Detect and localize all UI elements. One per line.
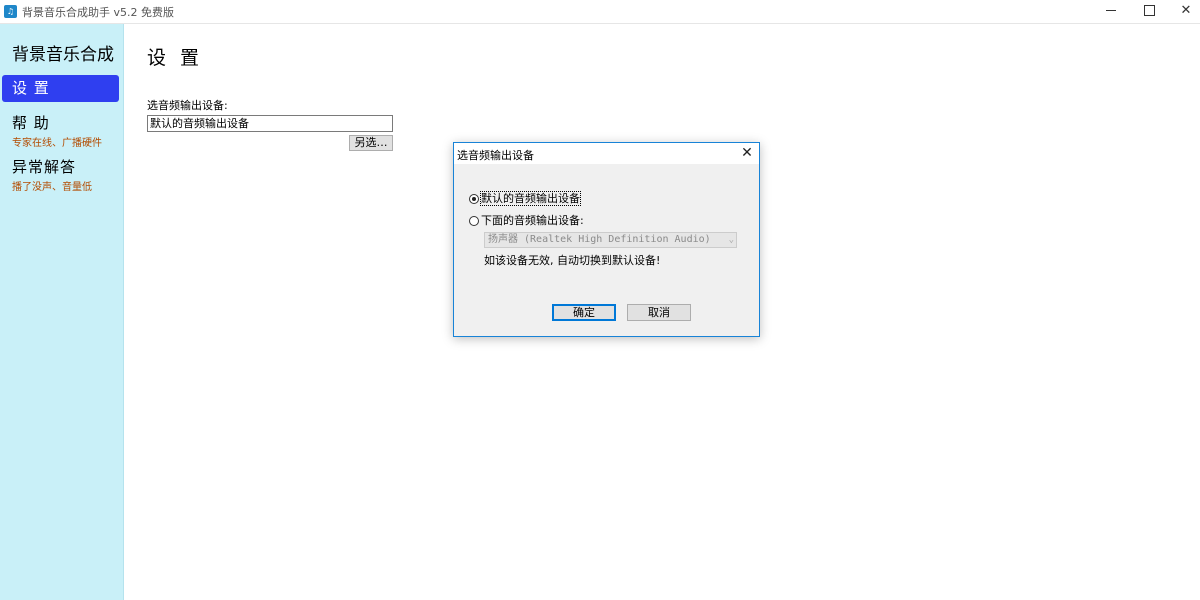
dialog-close-button[interactable]: ✕ (738, 144, 756, 162)
title-bar: ♫ 背景音乐合成助手 v5.2 免费版 ✕ (0, 0, 1200, 24)
device-select[interactable]: 扬声器 (Realtek High Definition Audio) ⌄ (484, 232, 737, 248)
app-icon: ♫ (4, 5, 17, 18)
window-title: 背景音乐合成助手 v5.2 免费版 (22, 6, 174, 19)
cancel-button[interactable]: 取消 (627, 304, 691, 321)
page-title: 设 置 (147, 47, 204, 69)
dialog-header: 选音频输出设备 ✕ (454, 143, 759, 164)
minimize-button[interactable] (1093, 0, 1129, 22)
sidebar-item-help[interactable]: 帮 助 专家在线、广播硬件 (2, 112, 119, 149)
sidebar-item-settings[interactable]: 设 置 (2, 75, 119, 102)
ok-button[interactable]: 确定 (552, 304, 616, 321)
close-icon: ✕ (1180, 3, 1192, 18)
device-select-value: 扬声器 (Realtek High Definition Audio) (488, 234, 711, 245)
close-button[interactable]: ✕ (1168, 0, 1200, 22)
radio-unchecked-icon[interactable] (469, 216, 479, 226)
output-device-dialog: 选音频输出设备 ✕ 默认的音频输出设备 下面的音频输出设备: 扬声器 (Real… (453, 142, 760, 337)
radio-default-label: 默认的音频输出设备 (480, 191, 581, 206)
sidebar-item-label: 异常解答 (12, 158, 77, 176)
browse-button[interactable]: 另选… (349, 135, 393, 151)
sidebar-item-subtitle: 专家在线、广播硬件 (12, 138, 102, 149)
maximize-icon (1143, 5, 1155, 16)
radio-default-device[interactable]: 默认的音频输出设备 (469, 191, 581, 206)
dialog-title: 选音频输出设备 (457, 149, 534, 162)
sidebar-item-label: 设 置 (12, 79, 50, 97)
close-icon: ✕ (741, 145, 753, 161)
sidebar-item-label: 帮 助 (12, 114, 50, 132)
radio-checked-icon[interactable] (469, 194, 479, 204)
sidebar-item-subtitle: 播了没声、音量低 (12, 182, 92, 193)
sidebar-item-faq[interactable]: 异常解答 播了没声、音量低 (2, 156, 119, 193)
fallback-hint: 如该设备无效, 自动切换到默认设备! (484, 254, 661, 267)
maximize-button[interactable] (1131, 0, 1167, 22)
device-field[interactable]: 默认的音频输出设备 (147, 115, 393, 132)
radio-custom-label: 下面的音频输出设备: (481, 214, 584, 227)
chevron-down-icon: ⌄ (728, 235, 734, 245)
minimize-icon (1106, 10, 1116, 11)
sidebar-title: 背景音乐合成 (12, 45, 114, 65)
radio-custom-device[interactable]: 下面的音频输出设备: (469, 214, 584, 228)
sidebar: 背景音乐合成 设 置 帮 助 专家在线、广播硬件 异常解答 播了没声、音量低 (0, 24, 124, 600)
device-label: 选音频输出设备: (147, 99, 228, 112)
